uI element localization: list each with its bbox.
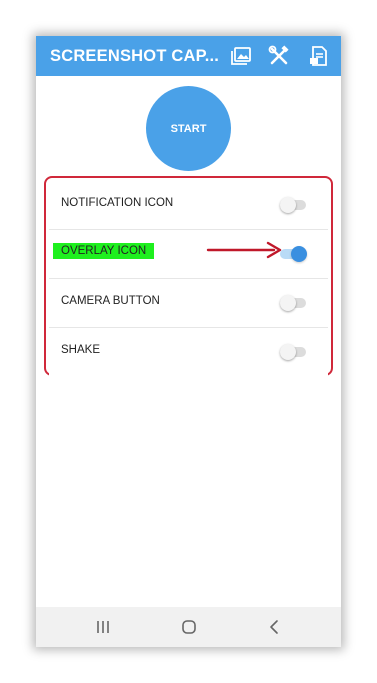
setting-label-highlighted: OVERLAY ICON xyxy=(53,243,155,259)
gallery-icon[interactable] xyxy=(230,45,252,67)
system-nav-bar xyxy=(36,607,341,647)
start-button[interactable]: START xyxy=(146,86,231,171)
toggle-thumb xyxy=(280,197,296,213)
setting-label: SHAKE xyxy=(61,344,100,356)
app-bar: SCREENSHOT CAP... xyxy=(36,36,341,76)
settings-list: NOTIFICATION ICON OVERLAY ICON CAMERA BU… xyxy=(49,181,328,376)
setting-row-camera-button[interactable]: CAMERA BUTTON xyxy=(49,279,328,328)
app-title: SCREENSHOT CAP... xyxy=(50,47,220,65)
document-icon[interactable] xyxy=(308,45,330,67)
tools-icon[interactable] xyxy=(268,45,290,67)
notification-icon-toggle[interactable] xyxy=(280,197,306,213)
shake-toggle[interactable] xyxy=(280,344,306,360)
setting-row-notification-icon[interactable]: NOTIFICATION ICON xyxy=(49,181,328,230)
setting-row-shake[interactable]: SHAKE xyxy=(49,328,328,376)
toggle-thumb xyxy=(280,344,296,360)
setting-label: CAMERA BUTTON xyxy=(61,295,160,307)
back-icon[interactable] xyxy=(264,617,284,637)
toggle-thumb xyxy=(291,246,307,262)
setting-label: NOTIFICATION ICON xyxy=(61,197,174,209)
annotation-arrow-icon xyxy=(206,241,282,259)
recent-apps-icon[interactable] xyxy=(93,617,113,637)
phone-screen: SCREENSHOT CAP... START NOTIFICATION ICO… xyxy=(36,36,341,647)
camera-button-toggle[interactable] xyxy=(280,295,306,311)
setting-row-overlay-icon[interactable]: OVERLAY ICON xyxy=(49,230,328,279)
home-icon[interactable] xyxy=(179,617,199,637)
toggle-thumb xyxy=(280,295,296,311)
